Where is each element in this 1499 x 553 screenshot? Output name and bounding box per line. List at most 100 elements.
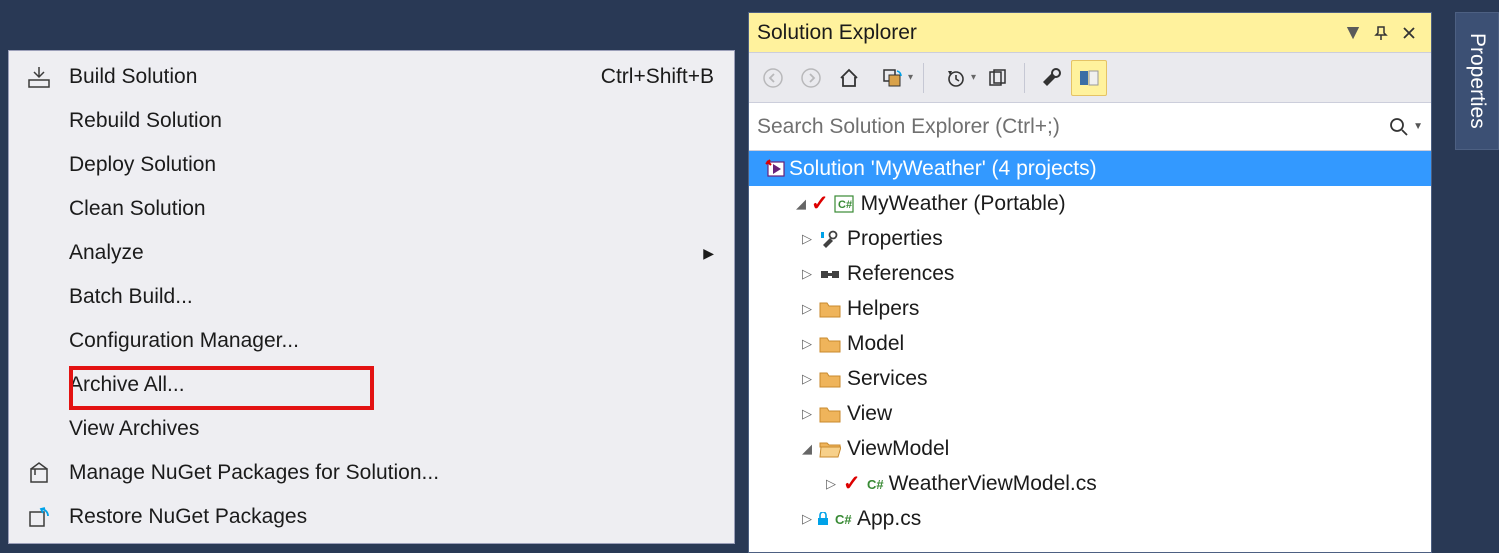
expander-closed-icon[interactable]: ▷ [797, 301, 817, 317]
panel-title: Solution Explorer [757, 21, 1339, 45]
menu-configuration-manager[interactable]: Configuration Manager... [9, 319, 734, 363]
preview-button[interactable] [1071, 60, 1107, 96]
menu-label: Analyze [69, 241, 694, 265]
menu-label: View Archives [69, 417, 714, 441]
node-label: Properties [847, 227, 943, 251]
properties-icon [817, 230, 843, 248]
csharp-file-icon: C# [863, 475, 889, 493]
menu-deploy-solution[interactable]: Deploy Solution [9, 143, 734, 187]
properties-side-tab[interactable]: Properties [1455, 12, 1499, 150]
search-input[interactable] [757, 115, 1389, 139]
toolbar-separator [923, 63, 924, 93]
build-icon [9, 66, 69, 88]
properties-button[interactable] [1033, 60, 1069, 96]
menu-label: Deploy Solution [69, 153, 714, 177]
sync-button[interactable] [869, 60, 915, 96]
menu-clean-solution[interactable]: Clean Solution [9, 187, 734, 231]
node-label: Helpers [847, 297, 919, 321]
close-icon[interactable] [1395, 26, 1423, 40]
expander-closed-icon[interactable]: ▷ [797, 511, 817, 527]
properties-node[interactable]: ▷ Properties [749, 221, 1431, 256]
solution-node[interactable]: Solution 'MyWeather' (4 projects) [749, 151, 1431, 186]
submenu-arrow-icon: ▶ [694, 245, 714, 262]
menu-label: Clean Solution [69, 197, 714, 221]
side-tab-label: Properties [1465, 33, 1489, 129]
svg-text:C#: C# [838, 199, 852, 211]
menu-label: Archive All... [69, 373, 714, 397]
home-button[interactable] [831, 60, 867, 96]
menu-build-solution[interactable]: Build Solution Ctrl+Shift+B [9, 55, 734, 99]
references-node[interactable]: ▷ References [749, 256, 1431, 291]
node-label: References [847, 262, 954, 286]
menu-label: Batch Build... [69, 285, 714, 309]
expander-closed-icon[interactable]: ▷ [797, 336, 817, 352]
panel-titlebar: Solution Explorer ▼ [749, 13, 1431, 53]
folder-icon [817, 370, 843, 388]
lock-icon [817, 512, 829, 526]
menu-label: Build Solution [69, 65, 601, 89]
node-label: ViewModel [847, 437, 949, 461]
menu-label: Rebuild Solution [69, 109, 714, 133]
node-label: View [847, 402, 892, 426]
references-icon [817, 267, 843, 281]
expander-closed-icon[interactable]: ▷ [797, 371, 817, 387]
checkmark-icon: ✓ [843, 471, 861, 496]
menu-view-archives[interactable]: View Archives [9, 407, 734, 451]
folder-view[interactable]: ▷ View [749, 396, 1431, 431]
show-all-files-button[interactable] [980, 60, 1016, 96]
solution-icon [763, 159, 789, 179]
panel-dropdown-icon[interactable]: ▼ [1339, 21, 1367, 45]
expander-closed-icon[interactable]: ▷ [821, 476, 841, 492]
folder-services[interactable]: ▷ Services [749, 361, 1431, 396]
expander-closed-icon[interactable]: ▷ [797, 231, 817, 247]
file-appcs[interactable]: ▷ C# App.cs [749, 501, 1431, 536]
menu-rebuild-solution[interactable]: Rebuild Solution [9, 99, 734, 143]
folder-icon [817, 405, 843, 423]
expander-open-icon[interactable]: ◢ [797, 441, 817, 457]
svg-text:C#: C# [835, 512, 852, 527]
csharp-file-icon: C# [831, 510, 857, 528]
menu-restore-nuget[interactable]: Restore NuGet Packages [9, 495, 734, 539]
pending-changes-button[interactable] [932, 60, 978, 96]
node-label: App.cs [857, 507, 921, 531]
expander-open-icon[interactable]: ◢ [791, 196, 811, 212]
solution-explorer-toolbar [749, 53, 1431, 103]
menu-label: Restore NuGet Packages [69, 505, 714, 529]
menu-archive-all[interactable]: Archive All... [9, 363, 734, 407]
node-label: Model [847, 332, 904, 356]
folder-model[interactable]: ▷ Model [749, 326, 1431, 361]
search-icon[interactable]: ▼ [1389, 117, 1423, 137]
menu-label: Manage NuGet Packages for Solution... [69, 461, 714, 485]
file-weathervm[interactable]: ▷ ✓ C# WeatherViewModel.cs [749, 466, 1431, 501]
nuget-icon [9, 462, 69, 484]
node-label: Services [847, 367, 928, 391]
menu-batch-build[interactable]: Batch Build... [9, 275, 734, 319]
toolbar-separator [1024, 63, 1025, 93]
forward-button[interactable] [793, 60, 829, 96]
svg-text:C#: C# [867, 477, 884, 492]
solution-explorer-panel: Solution Explorer ▼ [748, 12, 1432, 553]
folder-viewmodel[interactable]: ◢ ViewModel [749, 431, 1431, 466]
solution-label: Solution 'MyWeather' (4 projects) [789, 157, 1097, 181]
menu-manage-nuget[interactable]: Manage NuGet Packages for Solution... [9, 451, 734, 495]
project-label: MyWeather (Portable) [861, 192, 1066, 216]
search-row: ▼ [749, 103, 1431, 151]
build-context-menu: Build Solution Ctrl+Shift+B Rebuild Solu… [8, 50, 735, 544]
node-label: WeatherViewModel.cs [889, 472, 1097, 496]
expander-closed-icon[interactable]: ▷ [797, 406, 817, 422]
pin-icon[interactable] [1367, 26, 1395, 40]
expander-closed-icon[interactable]: ▷ [797, 266, 817, 282]
menu-label: Configuration Manager... [69, 329, 714, 353]
csharp-project-icon: C# [831, 195, 857, 213]
folder-helpers[interactable]: ▷ Helpers [749, 291, 1431, 326]
checkmark-icon: ✓ [811, 191, 829, 216]
back-button[interactable] [755, 60, 791, 96]
restore-icon [9, 506, 69, 528]
folder-icon [817, 335, 843, 353]
project-node[interactable]: ◢ ✓ C# MyWeather (Portable) [749, 186, 1431, 221]
menu-shortcut: Ctrl+Shift+B [601, 65, 714, 89]
menu-analyze[interactable]: Analyze ▶ [9, 231, 734, 275]
folder-icon [817, 300, 843, 318]
solution-tree: Solution 'MyWeather' (4 projects) ◢ ✓ C#… [749, 151, 1431, 552]
folder-open-icon [817, 440, 843, 458]
